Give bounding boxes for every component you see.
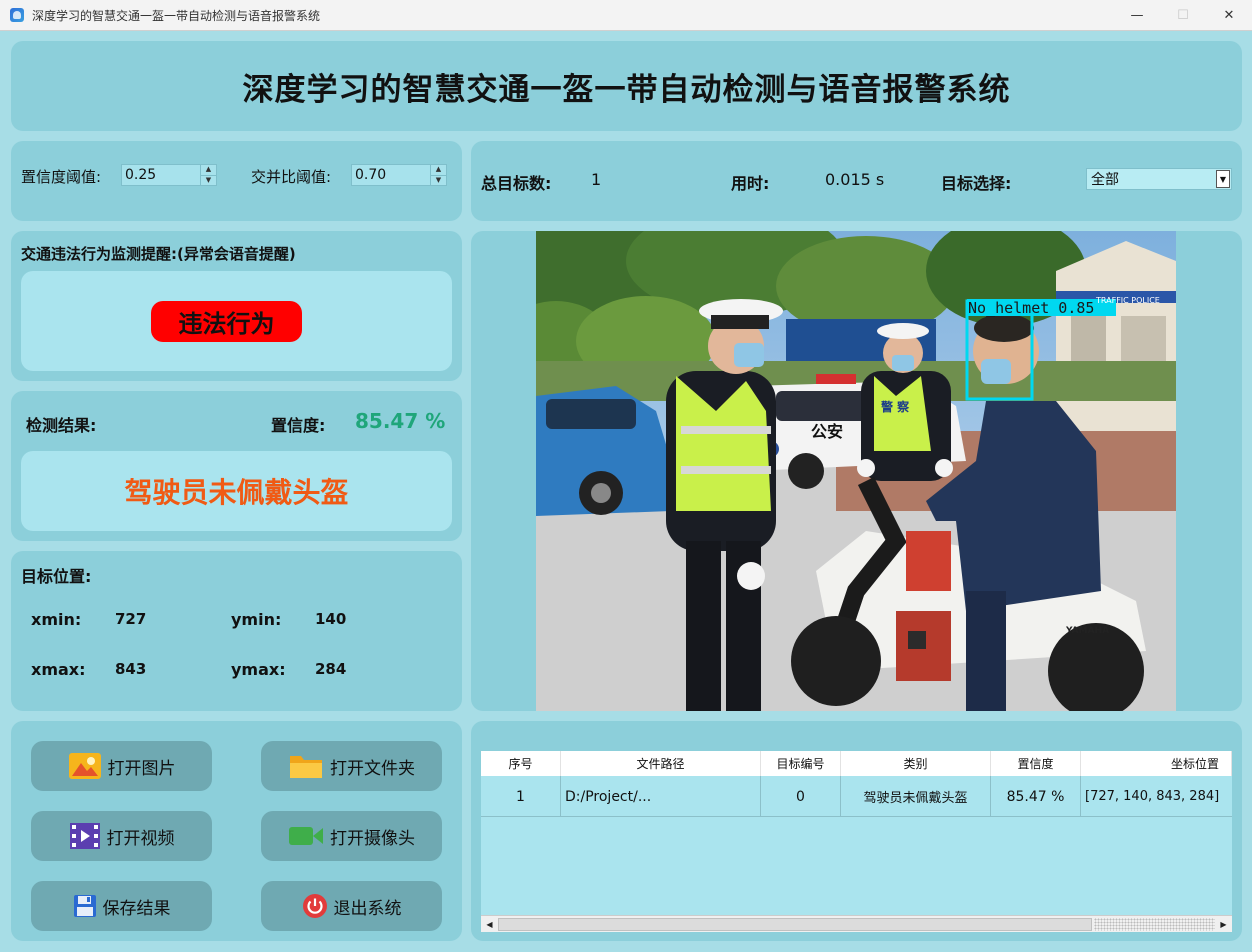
xmax-value: 843 (115, 660, 147, 678)
ymin-value: 140 (315, 610, 347, 628)
window-titlebar: 深度学习的智慧交通一盔一带自动检测与语音报警系统 — ☐ ✕ (0, 0, 1252, 31)
cell-index[interactable]: 1 (481, 776, 561, 817)
police-building (1056, 241, 1176, 431)
save-icon (73, 894, 97, 918)
total-targets-value: 1 (591, 170, 602, 189)
power-icon (302, 893, 328, 919)
table-header: 序号 文件路径 目标编号 类别 置信度 坐标位置 (481, 751, 1232, 776)
confidence-threshold-spinbox[interactable]: 0.25 ▲ ▼ (121, 164, 217, 186)
target-select-label: 目标选择: (941, 174, 1012, 193)
app-icon (10, 8, 24, 22)
xmin-value: 727 (115, 610, 147, 628)
ymax-label: ymax: (231, 660, 286, 679)
col-header-index[interactable]: 序号 (481, 751, 561, 776)
iou-threshold-value[interactable]: 0.70 (352, 167, 430, 183)
col-header-target-id[interactable]: 目标编号 (761, 751, 841, 776)
xmax-label: xmax: (31, 660, 86, 679)
col-header-confidence[interactable]: 置信度 (991, 751, 1081, 776)
spin-arrows: ▲ ▼ (200, 165, 216, 185)
scooter-text: YAMAHA (1065, 626, 1109, 636)
open-image-button[interactable]: 打开图片 (31, 741, 212, 791)
video-icon (69, 822, 101, 850)
detection-label: No_helmet 0.85 (968, 299, 1094, 317)
vest-text: 警 察 (880, 399, 910, 414)
detection-image: 公安 警 察 YAMAHA No_helmet 0.85 TRAFFIC POL… (536, 231, 1176, 711)
col-header-path[interactable]: 文件路径 (561, 751, 761, 776)
confidence-threshold-label: 置信度阈值: (21, 168, 102, 186)
minimize-button[interactable]: — (1114, 0, 1160, 31)
target-select-value[interactable]: 全部 (1087, 169, 1216, 189)
cell-confidence[interactable]: 85.47 % (991, 776, 1081, 817)
detection-scene-svg: 公安 警 察 YAMAHA No_helmet 0.85 TRAFFIC POL… (536, 231, 1176, 711)
cell-coords[interactable]: [727, 140, 843, 284] (1081, 776, 1232, 817)
scrollbar-track[interactable] (1094, 918, 1215, 931)
spin-up-icon[interactable]: ▲ (431, 165, 446, 175)
folder-icon (288, 752, 324, 780)
result-label: 检测结果: (26, 416, 97, 435)
chevron-down-icon[interactable]: ▼ (1216, 170, 1230, 188)
police-car-text: 公安 (811, 422, 843, 441)
target-select-dropdown[interactable]: 全部 ▼ (1086, 168, 1232, 190)
window-controls: — ☐ ✕ (1114, 0, 1252, 31)
time-value: 0.015 s (825, 170, 885, 189)
ymax-value: 284 (315, 660, 347, 678)
open-camera-label: 打开摄像头 (330, 828, 415, 849)
confidence-label: 置信度: (271, 416, 326, 435)
open-image-label: 打开图片 (107, 758, 176, 779)
close-button[interactable]: ✕ (1206, 0, 1252, 31)
open-video-button[interactable]: 打开视频 (31, 811, 212, 861)
alert-title: 交通违法行为监测提醒:(异常会语音提醒) (21, 245, 296, 263)
col-header-coords[interactable]: 坐标位置 (1081, 751, 1232, 776)
confidence-threshold-value[interactable]: 0.25 (122, 167, 200, 183)
ymin-label: ymin: (231, 610, 282, 629)
results-table[interactable]: 序号 文件路径 目标编号 类别 置信度 坐标位置 1 D:/Project/..… (481, 751, 1232, 932)
cell-class[interactable]: 驾驶员未佩戴头盔 (841, 776, 991, 817)
xmin-label: xmin: (31, 610, 82, 629)
page-title: 深度学习的智慧交通一盔一带自动检测与语音报警系统 (242, 71, 1011, 108)
save-results-button[interactable]: 保存结果 (31, 881, 212, 931)
scrollbar-thumb[interactable] (498, 918, 1092, 931)
open-camera-button[interactable]: 打开摄像头 (261, 811, 442, 861)
header-panel: 深度学习的智慧交通一盔一带自动检测与语音报警系统 (11, 41, 1242, 131)
exit-system-button[interactable]: 退出系统 (261, 881, 442, 931)
window-title: 深度学习的智慧交通一盔一带自动检测与语音报警系统 (32, 8, 321, 23)
scroll-right-icon[interactable]: ▶ (1215, 916, 1232, 932)
scroll-left-icon[interactable]: ◀ (481, 916, 498, 932)
iou-threshold-spinbox[interactable]: 0.70 ▲ ▼ (351, 164, 447, 186)
iou-threshold-label: 交并比阈值: (251, 168, 332, 186)
traffic-police-sign-text: TRAFFIC POLICE (1095, 296, 1160, 305)
violation-badge: 违法行为 (151, 301, 302, 342)
total-targets-label: 总目标数: (481, 174, 552, 193)
exit-system-label: 退出系统 (333, 898, 402, 919)
open-video-label: 打开视频 (106, 828, 175, 849)
position-label: 目标位置: (21, 567, 92, 586)
image-icon (68, 752, 102, 780)
col-header-class[interactable]: 类别 (841, 751, 991, 776)
spin-down-icon[interactable]: ▼ (201, 174, 216, 186)
save-results-label: 保存结果 (102, 898, 171, 919)
horizontal-scrollbar[interactable]: ◀ ▶ (481, 915, 1232, 932)
open-folder-button[interactable]: 打开文件夹 (261, 741, 442, 791)
spin-up-icon[interactable]: ▲ (201, 165, 216, 175)
time-label: 用时: (731, 174, 770, 193)
cell-target-id[interactable]: 0 (761, 776, 841, 817)
result-text: 驾驶员未佩戴头盔 (124, 476, 349, 509)
spin-down-icon[interactable]: ▼ (431, 174, 446, 186)
camera-icon (288, 824, 324, 848)
open-folder-label: 打开文件夹 (330, 758, 415, 779)
cell-path[interactable]: D:/Project/... (561, 776, 761, 817)
confidence-value: 85.47 % (355, 409, 446, 433)
table-row[interactable]: 1 D:/Project/... 0 驾驶员未佩戴头盔 85.47 % [727… (481, 776, 1232, 817)
maximize-button[interactable]: ☐ (1160, 0, 1206, 31)
spin-arrows: ▲ ▼ (430, 165, 446, 185)
